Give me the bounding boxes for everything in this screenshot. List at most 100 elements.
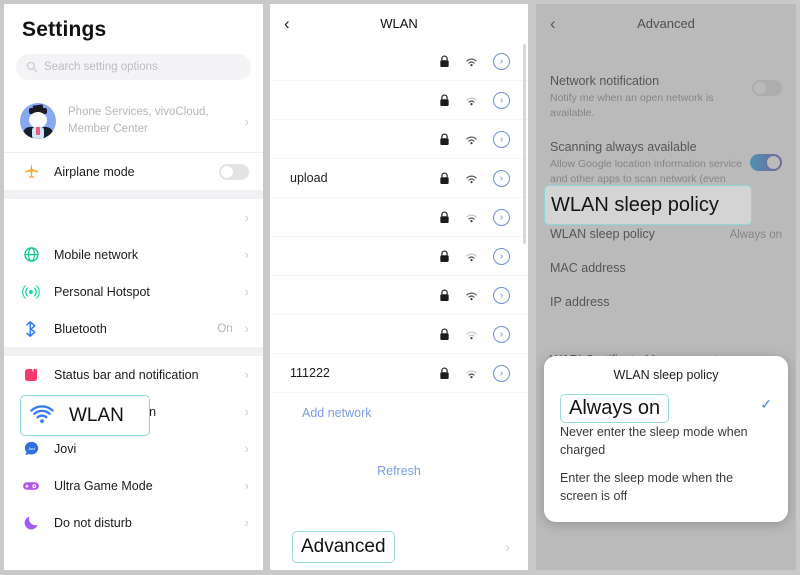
status-bar-icon [20, 364, 42, 386]
hotspot-icon [20, 281, 42, 303]
wifi-network-row[interactable]: › [270, 237, 528, 276]
add-network-label: Add network [302, 406, 372, 420]
dialog-option-sleep-when-screen-off[interactable]: Enter the sleep mode when the screen is … [544, 467, 788, 507]
wifi-network-row[interactable]: upload › [270, 159, 528, 198]
chevron-right-icon: › [505, 539, 510, 555]
lock-icon [440, 367, 449, 379]
globe-icon [20, 244, 42, 266]
search-input[interactable]: Search setting options [16, 54, 251, 80]
sidebar-item-do-not-disturb[interactable]: Do not disturb › [4, 504, 263, 541]
wifi-details-button[interactable]: › [493, 325, 510, 343]
advanced-row[interactable]: Advanced › [270, 519, 528, 570]
wlan-highlight-label: WLAN [69, 404, 124, 426]
wlan-highlight-box[interactable]: WLAN [20, 395, 150, 436]
chevron-right-icon: › [244, 515, 249, 530]
avatar [20, 103, 56, 139]
settings-panel: Settings Search setting options Phone Se… [4, 4, 263, 570]
sidebar-item-wlan[interactable]: › [4, 199, 263, 236]
wifi-signal-icon [466, 370, 477, 378]
wifi-signal-icon [466, 253, 477, 261]
sidebar-item-bluetooth[interactable]: Bluetooth On › [4, 310, 263, 347]
lock-icon [440, 328, 449, 340]
refresh-row[interactable]: Refresh [270, 451, 528, 491]
svg-text:Jovi: Jovi [28, 447, 35, 451]
dialog-option-label: Enter the sleep mode when the screen is … [560, 471, 734, 504]
check-icon: ✓ [760, 396, 772, 412]
bluetooth-icon [20, 318, 42, 340]
wifi-details-button[interactable]: › [493, 91, 510, 109]
wifi-signal-icon [466, 97, 477, 105]
wlan-header: ‹ WLAN [270, 4, 528, 42]
wifi-network-row[interactable]: › [270, 198, 528, 237]
back-chevron-icon[interactable]: ‹ [284, 15, 290, 32]
wifi-details-button[interactable]: › [493, 52, 510, 70]
sidebar-item-label: Status bar and notification [54, 367, 199, 382]
lock-icon [440, 133, 449, 145]
airplane-icon [20, 161, 42, 183]
lock-icon [440, 94, 449, 106]
wifi-details-button[interactable]: › [493, 130, 510, 148]
wifi-details-button[interactable]: › [493, 169, 510, 187]
wifi-network-list: › › › upload › › › › › 111222 › [270, 42, 528, 393]
sidebar-item-personal-hotspot[interactable]: Personal Hotspot › [4, 273, 263, 310]
wifi-signal-icon [466, 136, 477, 144]
bluetooth-status: On [217, 322, 233, 335]
wifi-details-button[interactable]: › [493, 286, 510, 304]
wifi-ssid: upload [290, 171, 328, 185]
sidebar-item-airplane-mode[interactable]: Airplane mode [4, 153, 263, 190]
sleep-policy-highlight-box[interactable]: WLAN sleep policy [544, 185, 752, 225]
chevron-right-icon: › [244, 478, 249, 493]
settings-group-connections: › Mobile network › Personal Hotspot › Bl… [4, 199, 263, 436]
chevron-right-icon: › [244, 210, 249, 225]
account-row[interactable]: Phone Services, vivoCloud, Member Center… [4, 90, 263, 153]
refresh-label: Refresh [377, 464, 421, 478]
airplane-mode-toggle[interactable] [219, 163, 249, 180]
sidebar-item-label: Personal Hotspot [54, 284, 150, 299]
sidebar-item-label: Mobile network [54, 247, 139, 262]
chevron-right-icon: › [244, 321, 249, 336]
page-title: Settings [22, 18, 107, 41]
wifi-signal-icon [466, 175, 477, 183]
wlan-panel: ‹ WLAN › › › upload › › › › › 111222 › Add network… [270, 4, 528, 570]
wifi-icon [30, 404, 54, 423]
search-placeholder: Search setting options [44, 61, 158, 73]
chevron-right-icon: › [244, 367, 249, 382]
wifi-ssid: 111222 [290, 366, 330, 380]
wifi-details-button[interactable]: › [493, 208, 510, 226]
dialog-title: WLAN sleep policy [613, 368, 719, 382]
sidebar-item-mobile-network[interactable]: Mobile network › [4, 236, 263, 273]
wifi-network-row[interactable]: › [270, 276, 528, 315]
wlan-title: WLAN [380, 15, 418, 31]
sidebar-item-label: Do not disturb [54, 515, 132, 530]
wifi-signal-icon [466, 58, 477, 66]
lock-icon [440, 172, 449, 184]
dialog-option-label: Always on [560, 394, 670, 423]
chevron-right-icon: › [244, 247, 249, 262]
wifi-network-row[interactable]: 111222 › [270, 354, 528, 393]
chevron-right-icon: › [244, 284, 249, 299]
chevron-right-icon: › [244, 113, 249, 129]
wifi-network-row[interactable]: › [270, 81, 528, 120]
dialog-option-never-sleep-when-charged[interactable]: Never enter the sleep mode when charged [544, 421, 788, 461]
wifi-details-button[interactable]: › [493, 247, 510, 265]
sidebar-item-label: Bluetooth [54, 321, 107, 336]
wifi-network-row[interactable]: › [270, 42, 528, 81]
add-network-row[interactable]: Add network [270, 393, 528, 433]
lock-icon [440, 250, 449, 262]
sidebar-item-ultra-game-mode[interactable]: Ultra Game Mode › [4, 467, 263, 504]
wifi-network-row[interactable]: › [270, 120, 528, 159]
chevron-right-icon: › [244, 441, 249, 456]
wifi-icon [20, 207, 42, 229]
sidebar-item-status-bar[interactable]: Status bar and notification › [4, 356, 263, 393]
wifi-network-row[interactable]: › [270, 315, 528, 354]
sidebar-item-label: Airplane mode [54, 164, 135, 179]
sleep-policy-highlight-label: WLAN sleep policy [551, 193, 719, 216]
dialog-option-label: Never enter the sleep mode when charged [560, 425, 748, 458]
settings-group-system: Status bar and notification › System nav… [4, 356, 263, 541]
game-mode-icon [20, 475, 42, 497]
wlan-scrollbar[interactable] [523, 44, 526, 244]
moon-icon [20, 512, 42, 534]
search-icon [26, 61, 38, 73]
chevron-right-icon: › [244, 404, 249, 419]
wifi-details-button[interactable]: › [493, 364, 510, 382]
